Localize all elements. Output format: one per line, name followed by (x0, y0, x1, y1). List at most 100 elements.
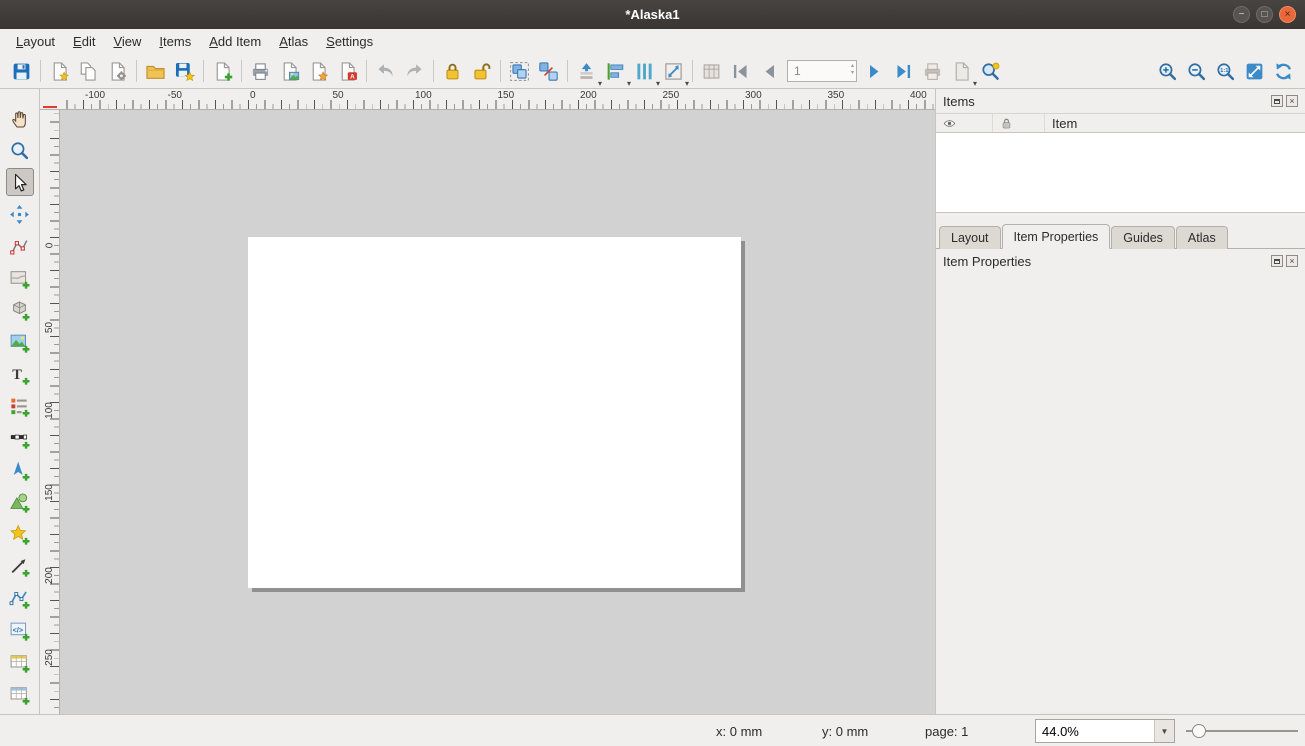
new-layout-button[interactable] (45, 57, 74, 86)
vertical-ruler[interactable]: 0 50 100 150 200 250 (40, 110, 60, 714)
layout-canvas[interactable] (60, 110, 935, 714)
menu-add-item[interactable]: Add Item (201, 31, 269, 52)
pan-layout-button[interactable] (6, 104, 34, 132)
menu-settings[interactable]: Settings (318, 31, 381, 52)
move-item-content-button[interactable] (6, 200, 34, 228)
menu-layout[interactable]: Layout (8, 31, 63, 52)
zoom-in-icon (1157, 61, 1178, 82)
add-pages-icon (212, 61, 233, 82)
distribute-items-button[interactable]: ▾ (630, 57, 659, 86)
atlas-first-button[interactable] (726, 57, 755, 86)
atlas-page-input[interactable] (787, 60, 857, 82)
tab-atlas[interactable]: Atlas (1176, 226, 1228, 249)
layout-manager-button[interactable] (103, 57, 132, 86)
export-pdf-button[interactable]: A (333, 57, 362, 86)
zoom-actual-button[interactable]: 1:1 (1211, 57, 1240, 86)
item-properties-body (936, 273, 1305, 714)
add-legend-button[interactable] (6, 392, 34, 420)
distribute-icon (634, 61, 655, 82)
atlas-settings-button[interactable] (976, 57, 1005, 86)
zoom-out-icon (1186, 61, 1207, 82)
items-panel-float-button[interactable] (1271, 95, 1283, 107)
pan-hand-icon (9, 108, 30, 129)
minimize-button[interactable]: − (1233, 6, 1250, 23)
zoom-combo-dropdown-button[interactable]: ▼ (1154, 720, 1174, 742)
add-marker-button[interactable] (6, 520, 34, 548)
redo-button[interactable] (400, 57, 429, 86)
add-3d-map-button[interactable] (6, 296, 34, 324)
item-properties-float-button[interactable] (1271, 255, 1283, 267)
group-items-button[interactable] (505, 57, 534, 86)
add-items-from-template-button[interactable] (141, 57, 170, 86)
titlebar[interactable]: *Alaska1 − □ × (0, 0, 1305, 29)
zoom-level-combo[interactable]: ▼ (1035, 719, 1175, 743)
zoom-slider-handle[interactable] (1192, 724, 1206, 738)
edit-nodes-icon (9, 236, 30, 257)
tab-guides[interactable]: Guides (1111, 226, 1175, 249)
export-image-button[interactable] (275, 57, 304, 86)
add-scale-bar-button[interactable] (6, 424, 34, 452)
add-arrow-button[interactable] (6, 552, 34, 580)
add-picture-button[interactable] (6, 328, 34, 356)
duplicate-layout-button[interactable] (74, 57, 103, 86)
print-atlas-button[interactable] (918, 57, 947, 86)
undo-button[interactable] (371, 57, 400, 86)
toolbar-separator (241, 60, 242, 82)
dock-splitter[interactable] (936, 213, 1305, 224)
zoom-out-button[interactable] (1182, 57, 1211, 86)
atlas-settings-icon (980, 61, 1001, 82)
align-items-button[interactable]: ▾ (601, 57, 630, 86)
lock-items-button[interactable] (438, 57, 467, 86)
ungroup-icon (538, 61, 559, 82)
tab-item-properties[interactable]: Item Properties (1002, 224, 1111, 249)
layout-page[interactable] (248, 237, 741, 588)
menu-view[interactable]: View (105, 31, 149, 52)
zoom-full-button[interactable] (1240, 57, 1269, 86)
save-as-template-button[interactable] (170, 57, 199, 86)
atlas-next-button[interactable] (860, 57, 889, 86)
item-properties-close-button[interactable]: × (1286, 255, 1298, 267)
print-layout-button[interactable] (246, 57, 275, 86)
last-feature-icon (893, 61, 914, 82)
add-map-button[interactable] (6, 264, 34, 292)
add-label-button[interactable]: T (6, 360, 34, 388)
zoom-tool-button[interactable] (6, 136, 34, 164)
add-node-item-button[interactable] (6, 584, 34, 612)
resize-items-button[interactable]: ▾ (659, 57, 688, 86)
save-project-button[interactable] (7, 57, 36, 86)
add-north-arrow-button[interactable] (6, 456, 34, 484)
horizontal-ruler[interactable]: -100 -50 0 50 100 150 200 250 300 350 40… (40, 89, 935, 110)
maximize-button[interactable]: □ (1256, 6, 1273, 23)
folder-icon (145, 61, 166, 82)
add-fixed-table-button[interactable] (6, 680, 34, 708)
zoom-slider[interactable] (1186, 715, 1298, 746)
menu-atlas[interactable]: Atlas (271, 31, 316, 52)
items-list[interactable] (936, 133, 1305, 213)
close-button[interactable]: × (1279, 6, 1296, 23)
preview-atlas-button[interactable] (697, 57, 726, 86)
ungroup-items-button[interactable] (534, 57, 563, 86)
menu-items[interactable]: Items (151, 31, 199, 52)
add-shape-button[interactable] (6, 488, 34, 516)
tab-layout[interactable]: Layout (939, 226, 1001, 249)
zoom-in-button[interactable] (1153, 57, 1182, 86)
menu-edit[interactable]: Edit (65, 31, 103, 52)
spinner-arrows[interactable]: ▴▾ (851, 63, 854, 77)
item-properties-header: Item Properties × (936, 249, 1305, 273)
add-html-button[interactable]: </> (6, 616, 34, 644)
export-atlas-button[interactable]: ▾ (947, 57, 976, 86)
select-move-item-button[interactable] (6, 168, 34, 196)
atlas-last-button[interactable] (889, 57, 918, 86)
zoom-level-input[interactable] (1036, 720, 1154, 742)
edit-nodes-item-button[interactable] (6, 232, 34, 260)
raise-items-button[interactable]: ▾ (572, 57, 601, 86)
ruler-label: 400 (910, 90, 927, 101)
items-panel-close-button[interactable]: × (1286, 95, 1298, 107)
export-svg-button[interactable] (304, 57, 333, 86)
add-pages-button[interactable] (208, 57, 237, 86)
atlas-previous-button[interactable] (755, 57, 784, 86)
export-pdf-icon: A (337, 61, 358, 82)
unlock-all-button[interactable] (467, 57, 496, 86)
add-attribute-table-button[interactable] (6, 648, 34, 676)
refresh-view-button[interactable] (1269, 57, 1298, 86)
